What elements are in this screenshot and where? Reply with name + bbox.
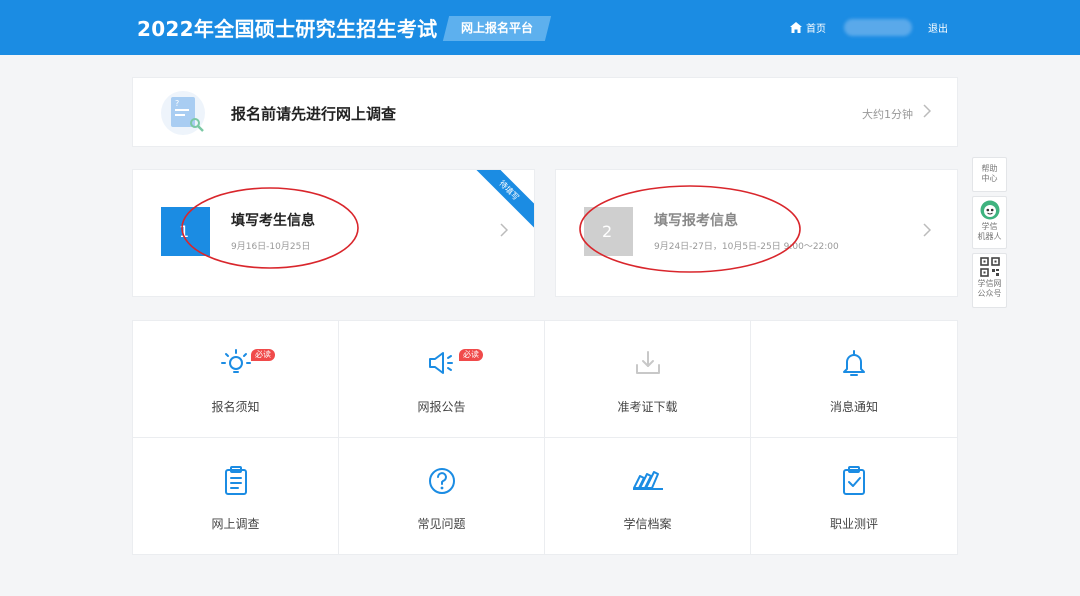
help-center-button[interactable]: 帮助 中心 <box>972 157 1007 192</box>
grid-item-admission-ticket-download[interactable]: 准考证下载 <box>545 321 751 438</box>
home-link-label: 首页 <box>806 23 826 35</box>
xuexin-robot-button[interactable]: 学信 机器人 <box>972 196 1007 249</box>
grid-item-faq[interactable]: 常见问题 <box>339 437 545 554</box>
chevron-right-icon <box>923 223 931 237</box>
site-title: 2022年全国硕士研究生招生考试 <box>137 17 438 41</box>
bell-icon <box>843 350 865 376</box>
wechat-label-2: 公众号 <box>977 289 1002 298</box>
question-circle-icon <box>428 467 455 494</box>
robot-label-1: 学信 <box>981 222 998 231</box>
pending-ribbon: 待填写 <box>468 170 534 232</box>
grid-item-announcements[interactable]: 必读 网报公告 <box>339 321 545 438</box>
grid-item-label: 职业测评 <box>829 516 878 531</box>
platform-badge: 网上报名平台 <box>442 16 552 41</box>
survey-document-icon: ? <box>161 91 205 135</box>
grid-item-label: 报名须知 <box>211 400 260 414</box>
robot-label-2: 机器人 <box>977 232 1002 241</box>
robot-avatar-icon <box>980 200 999 220</box>
grid-item-xuexin-archive[interactable]: 学信档案 <box>545 437 751 554</box>
wechat-label-1: 学信网 <box>977 279 1002 288</box>
user-name-blurred[interactable] <box>844 19 912 36</box>
clipboard-list-icon <box>224 465 247 495</box>
top-header: 2022年全国硕士研究生招生考试 网上报名平台 首页 退出 <box>0 0 1080 55</box>
step-number-badge: 1 <box>161 207 210 256</box>
grid-item-career-assessment[interactable]: 职业测评 <box>751 438 957 555</box>
clipboard-check-icon <box>843 465 865 495</box>
grid-item-registration-notice[interactable]: 必读 报名须知 <box>133 321 339 438</box>
grid-item-label: 消息通知 <box>829 400 878 414</box>
wechat-account-button[interactable]: 学信网 公众号 <box>972 253 1007 308</box>
help-center-label-2: 中心 <box>981 174 998 183</box>
feature-grid: 必读 报名须知 必读 网报公告 准考证下载 消息通知 网上调查 常见问题 学信档… <box>132 320 958 555</box>
svg-text:?: ? <box>175 99 179 108</box>
grid-item-label: 准考证下载 <box>617 400 678 414</box>
home-icon <box>790 21 802 33</box>
must-read-badge: 必读 <box>251 349 275 361</box>
archive-cards-icon <box>632 470 663 490</box>
logout-link[interactable]: 退出 <box>928 20 948 35</box>
step-card-fill-candidate-info[interactable]: 待填写 1 填写考生信息 9月16日-10月25日 <box>132 169 535 297</box>
step-title: 填写报考信息 <box>654 213 738 229</box>
lightbulb-icon <box>220 349 251 373</box>
grid-item-label: 常见问题 <box>417 516 466 531</box>
grid-item-label: 网上调查 <box>211 516 260 531</box>
grid-item-label: 网报公告 <box>417 400 466 414</box>
survey-banner[interactable]: ? 报名前请先进行网上调查 大约1分钟 <box>132 77 958 147</box>
download-icon <box>635 351 660 374</box>
survey-title: 报名前请先进行网上调查 <box>231 105 397 123</box>
chevron-right-icon <box>923 104 931 118</box>
must-read-badge: 必读 <box>459 349 483 361</box>
help-center-label-1: 帮助 <box>981 164 998 173</box>
chevron-right-icon <box>500 223 508 237</box>
qrcode-icon <box>979 257 1000 277</box>
step-number-badge: 2 <box>584 207 633 256</box>
step-date-range: 9月24日-27日，10月5日-25日 9:00～22:00 <box>654 242 839 252</box>
home-link[interactable]: 首页 <box>790 20 826 35</box>
grid-item-online-survey[interactable]: 网上调查 <box>133 437 339 554</box>
platform-badge-label: 网上报名平台 <box>460 21 533 35</box>
step-date-range: 9月16日-10月25日 <box>231 242 311 252</box>
survey-duration: 大约1分钟 <box>862 108 913 121</box>
step-card-fill-application-info[interactable]: 2 填写报考信息 9月24日-27日，10月5日-25日 9:00～22:00 <box>555 169 958 297</box>
grid-item-label: 学信档案 <box>623 516 672 531</box>
megaphone-icon <box>428 352 453 374</box>
grid-item-notifications[interactable]: 消息通知 <box>751 321 957 438</box>
step-title: 填写考生信息 <box>231 213 315 229</box>
